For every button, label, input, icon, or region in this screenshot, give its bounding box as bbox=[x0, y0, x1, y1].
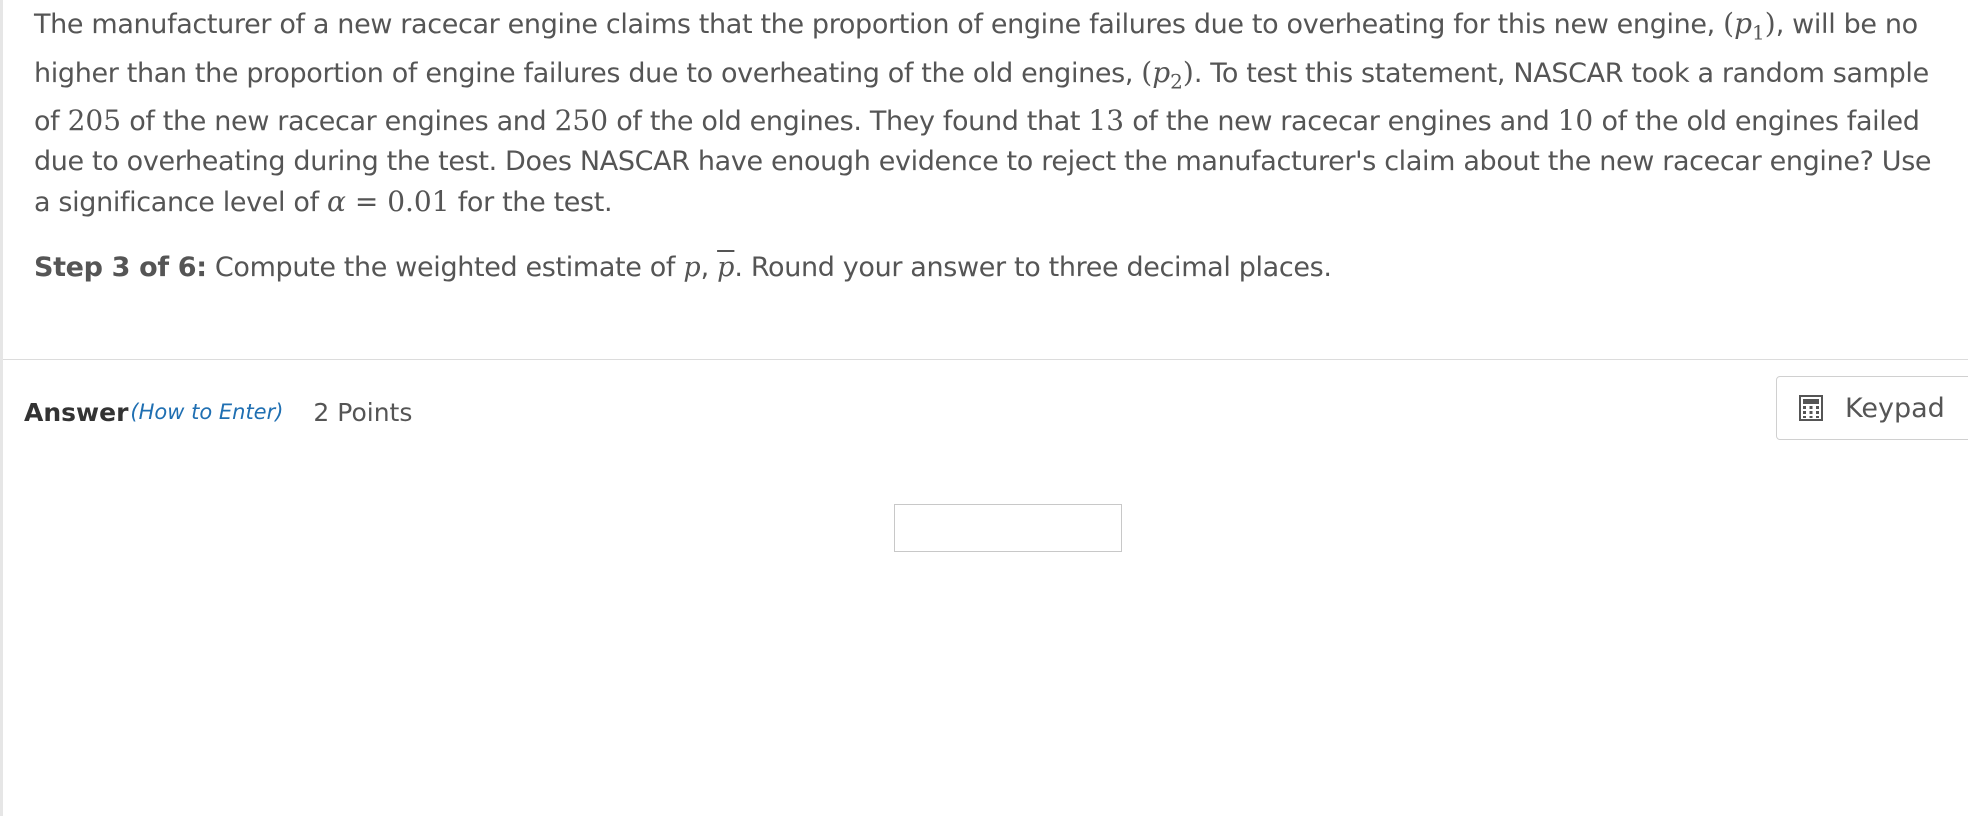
step-text: . Round your answer to three decimal pla… bbox=[734, 252, 1332, 283]
paren: ) bbox=[1182, 55, 1194, 89]
problem-text-part: The manufacturer of a new racecar engine… bbox=[34, 9, 1724, 40]
p2-sub: 2 bbox=[1170, 69, 1183, 94]
section-divider bbox=[3, 359, 1968, 360]
p-symbol: p bbox=[683, 252, 701, 283]
keypad-label: Keypad bbox=[1845, 392, 1945, 424]
how-to-enter-link[interactable]: (How to Enter) bbox=[130, 400, 283, 424]
paren: ( bbox=[1723, 7, 1735, 40]
p1-var: p bbox=[1734, 7, 1753, 40]
p1-sub: 1 bbox=[1752, 20, 1765, 45]
answer-header: Answer (How to Enter) 2 Points bbox=[24, 392, 412, 432]
p2-symbol: (p2) bbox=[1141, 55, 1194, 94]
answer-label: Answer bbox=[24, 397, 129, 427]
sample-size-new: 205 bbox=[67, 104, 122, 138]
step-text: Compute the weighted estimate of bbox=[206, 252, 684, 283]
step-instruction: Step 3 of 6: Compute the weighted estima… bbox=[34, 248, 1954, 288]
left-rail bbox=[0, 0, 3, 816]
sample-size-old: 250 bbox=[554, 104, 609, 138]
problem-text: The manufacturer of a new racecar engine… bbox=[34, 4, 1954, 223]
step-label: Step 3 of 6: bbox=[34, 252, 207, 283]
alpha-value: 0.01 bbox=[387, 185, 450, 219]
calculator-icon bbox=[1799, 395, 1823, 421]
problem-text-part: of the new racecar engines and bbox=[121, 106, 555, 138]
points-label: 2 Points bbox=[313, 397, 413, 427]
paren: ) bbox=[1764, 7, 1776, 40]
failures-new: 13 bbox=[1088, 104, 1125, 138]
p1-symbol: (p1) bbox=[1723, 7, 1776, 45]
problem-statement: The manufacturer of a new racecar engine… bbox=[34, 4, 1954, 223]
problem-text-part: of the old engines. They found that bbox=[608, 106, 1089, 138]
paren: ( bbox=[1141, 55, 1153, 89]
answer-input[interactable] bbox=[894, 504, 1122, 552]
p-bar-symbol: p bbox=[717, 252, 735, 283]
problem-text-part: for the test. bbox=[449, 187, 613, 219]
keypad-button[interactable]: Keypad bbox=[1776, 376, 1968, 440]
alpha-symbol: α bbox=[327, 185, 346, 219]
p2-var: p bbox=[1152, 55, 1171, 89]
step-comma: , bbox=[700, 252, 718, 283]
equals-sign: = bbox=[345, 185, 388, 219]
problem-text-part: of the new racecar engines and bbox=[1124, 106, 1558, 138]
failures-old: 10 bbox=[1557, 104, 1594, 138]
